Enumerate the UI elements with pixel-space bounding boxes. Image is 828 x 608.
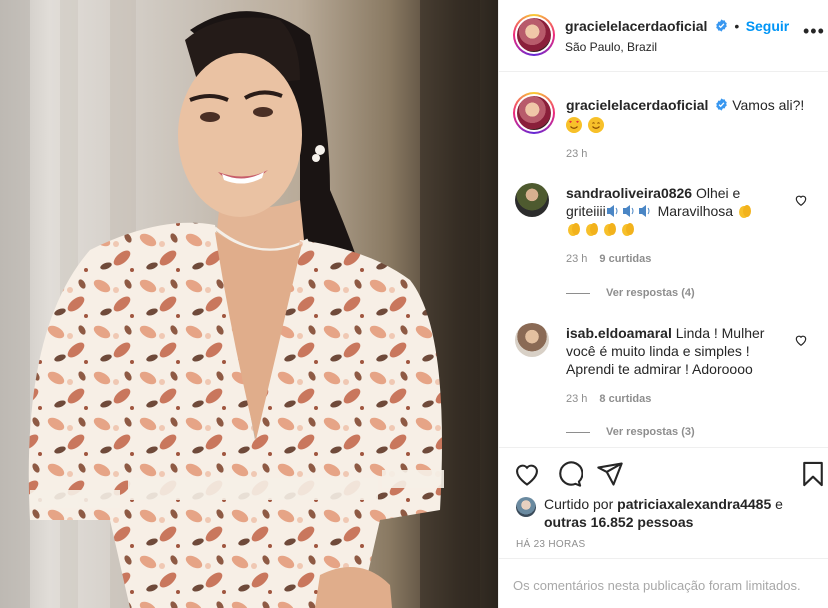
replies-line <box>566 431 590 433</box>
liked-by-summary: Curtido por patriciaxalexandra4485 e out… <box>544 495 783 531</box>
post-timestamp[interactable]: HÁ 23 HORAS <box>516 539 585 550</box>
post-photo[interactable] <box>0 0 498 608</box>
view-replies-label[interactable]: Ver respostas (3) <box>606 426 695 438</box>
dot-separator: • <box>734 18 740 34</box>
comment-text: Maravilhosa <box>657 203 734 219</box>
commenter-avatar[interactable] <box>515 183 549 217</box>
verified-badge-icon <box>716 19 727 32</box>
comment-username[interactable]: isab.eldoamaral <box>566 325 672 341</box>
comments-list[interactable]: gracielelacerdaoficial Vamos ali?! 23 h <box>499 72 828 447</box>
comment-text: você é muito linda e simples ! <box>566 343 750 359</box>
liker-avatar[interactable] <box>516 497 536 517</box>
smiling-hearts-emoji-icon <box>566 117 582 133</box>
comment-like-heart-icon[interactable] <box>794 333 808 347</box>
comment-text: Linda ! Mulher <box>675 325 765 341</box>
liked-by-join: e <box>775 496 783 512</box>
comment-time[interactable]: 23 h <box>566 393 587 405</box>
post-actions-section: Curtido por patriciaxalexandra4485 e out… <box>499 447 828 607</box>
likes-others-count[interactable]: outras 16.852 pessoas <box>544 514 693 530</box>
comment-text: Olhei e <box>695 185 741 201</box>
comment-likes-count[interactable]: 9 curtidas <box>599 253 651 265</box>
comment-like-heart-icon[interactable] <box>794 193 808 207</box>
paper-plane-icon[interactable] <box>596 460 624 488</box>
comment-text: Aprendi te admirar ! Adoroooo <box>566 361 753 377</box>
comment-icon[interactable] <box>555 460 583 488</box>
comment-time[interactable]: 23 h <box>566 253 587 265</box>
bookmark-icon[interactable] <box>799 460 827 488</box>
post-side-panel: gracielelacerdaoficial • Seguir São Paul… <box>498 0 828 608</box>
liked-by-user[interactable]: patriciaxalexandra4485 <box>617 496 771 512</box>
comment-text: griteiiii <box>566 203 606 219</box>
more-options-icon[interactable]: ••• <box>803 22 824 44</box>
verified-badge-icon <box>716 98 728 111</box>
author-avatar[interactable] <box>513 14 555 56</box>
caption-time[interactable]: 23 h <box>566 148 587 160</box>
view-replies-label[interactable]: Ver respostas (4) <box>606 287 695 299</box>
liked-by-prefix: Curtido por <box>544 496 614 512</box>
comment-meta: 23 h 9 curtidas <box>566 253 651 265</box>
author-username[interactable]: gracielelacerdaoficial <box>565 18 707 34</box>
caption-author-avatar[interactable] <box>513 92 555 134</box>
follow-button[interactable]: Seguir <box>746 18 790 34</box>
clapping-emoji-icon <box>737 203 753 219</box>
comment-likes-count[interactable]: 8 curtidas <box>599 393 651 405</box>
comments-limited-notice: Os comentários nesta publicação foram li… <box>499 558 828 608</box>
photo-illustration <box>0 0 480 608</box>
view-replies-button[interactable]: Ver respostas (4) <box>566 287 695 299</box>
heart-icon[interactable] <box>513 460 541 488</box>
caption-username[interactable]: gracielelacerdaoficial <box>566 97 708 113</box>
clapping-emoji-icon <box>566 221 638 237</box>
replies-line <box>566 292 590 294</box>
commenter-avatar[interactable] <box>515 323 549 357</box>
view-replies-button[interactable]: Ver respostas (3) <box>566 426 695 438</box>
post-header: gracielelacerdaoficial • Seguir São Paul… <box>499 0 828 72</box>
post-location[interactable]: São Paulo, Brazil <box>565 40 657 54</box>
comment-meta: 23 h 8 curtidas <box>566 393 651 405</box>
speaker-emoji-icon <box>606 203 654 219</box>
comment-username[interactable]: sandraoliveira0826 <box>566 185 692 201</box>
caption-text: Vamos ali?! <box>732 97 805 113</box>
smiling-face-emoji-icon <box>587 117 604 133</box>
